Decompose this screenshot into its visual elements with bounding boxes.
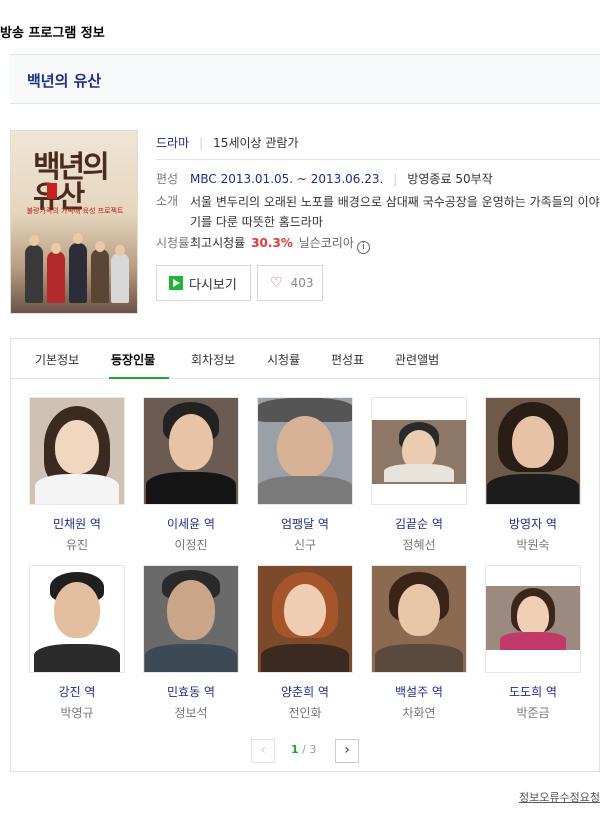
cast-photo[interactable]	[485, 397, 581, 505]
cast-role: 정보석	[174, 706, 208, 720]
cast-photo[interactable]	[257, 397, 353, 505]
viewership-source: 닐슨코리아	[298, 236, 354, 250]
tab-schedule[interactable]: 편성표	[331, 351, 364, 368]
tab-albums[interactable]: 관련앨범	[395, 351, 439, 368]
cast-actor[interactable]: 엄팽달 역	[256, 515, 354, 532]
replay-label: 다시보기	[189, 277, 237, 293]
tab-basic-info[interactable]: 기본정보	[35, 351, 79, 368]
page-indicator: 1 / 3	[291, 743, 317, 756]
section-title: 방송 프로그램 정보	[0, 26, 105, 41]
current-page: 1	[291, 743, 299, 756]
cast-role: 전인화	[288, 706, 322, 720]
tab-bar: 기본정보 등장인물 회차정보 시청률 편성표 관련앨범	[11, 339, 599, 379]
summary-label: 소개	[156, 194, 179, 208]
program-title[interactable]: 백년의 유산	[27, 70, 101, 91]
cast-photo[interactable]	[29, 565, 125, 673]
cast-actor[interactable]: 민채원 역	[28, 515, 126, 532]
cast-actor[interactable]: 방영자 역	[484, 515, 582, 532]
cast-photo[interactable]	[143, 397, 239, 505]
cast-panel: 기본정보 등장인물 회차정보 시청률 편성표 관련앨범 민채원 역 유진 이세윤…	[10, 338, 600, 772]
cast-photo[interactable]	[371, 565, 467, 673]
like-button[interactable]: ♡ 403	[257, 265, 323, 301]
cast-item[interactable]: 김끝순 역 정혜선	[370, 397, 468, 553]
cast-photo[interactable]	[143, 565, 239, 673]
cast-item[interactable]: 이세윤 역 이정진	[142, 397, 240, 553]
cast-actor[interactable]: 이세윤 역	[142, 515, 240, 532]
cast-actor[interactable]: 강진 역	[28, 683, 126, 700]
broadcast-status: 방영종료 50부작	[407, 172, 493, 186]
replay-button[interactable]: 다시보기	[156, 265, 251, 301]
viewership-prefix: 최고시청률	[190, 236, 246, 250]
cast-role: 차화연	[402, 706, 436, 720]
poster-seal	[47, 183, 57, 199]
tab-episodes[interactable]: 회차정보	[191, 351, 235, 368]
cast-role: 박원숙	[516, 538, 550, 552]
cast-role: 이정진	[174, 538, 208, 552]
cast-item[interactable]: 방영자 역 박원숙	[484, 397, 582, 553]
like-count: 403	[290, 276, 314, 290]
cast-photo[interactable]	[371, 397, 467, 505]
total-pages: 3	[309, 743, 317, 756]
age-rating: 15세이상 관람가	[213, 136, 299, 150]
play-icon	[169, 276, 183, 290]
program-title-bar: 백년의 유산	[10, 54, 600, 104]
cast-actor[interactable]: 민효동 역	[142, 683, 240, 700]
cast-item[interactable]: 민채원 역 유진	[28, 397, 126, 553]
poster-tagline: 불량가족의 가족애 육성 프로젝트	[26, 207, 124, 215]
cast-item[interactable]: 양춘희 역 전인화	[256, 565, 354, 721]
cast-photo[interactable]	[257, 565, 353, 673]
heart-icon: ♡	[270, 275, 283, 291]
viewership-value: 30.3%	[251, 236, 293, 250]
cast-item[interactable]: 강진 역 박영규	[28, 565, 126, 721]
cast-role: 정혜선	[402, 538, 436, 552]
schedule-value: MBC 2013.01.05. ~ 2013.06.23.	[190, 172, 384, 186]
cast-role: 박준금	[516, 706, 550, 720]
cast-role: 박영규	[60, 706, 94, 720]
program-poster[interactable]: 백년의 유산 불량가족의 가족애 육성 프로젝트	[10, 130, 138, 314]
cast-photo[interactable]	[485, 565, 581, 673]
cast-item[interactable]: 백설주 역 차화연	[370, 565, 468, 721]
cast-actor[interactable]: 양춘희 역	[256, 683, 354, 700]
poster-cast-figures	[21, 233, 129, 303]
cast-actor[interactable]: 김끝순 역	[370, 515, 468, 532]
cast-item[interactable]: 민효동 역 정보석	[142, 565, 240, 721]
report-error-link[interactable]: 정보오류수정요청	[519, 789, 600, 805]
schedule-label: 편성	[156, 172, 179, 186]
pagination: ‹ 1 / 3 ›	[11, 737, 599, 765]
next-page-button[interactable]: ›	[335, 739, 359, 763]
tab-ratings[interactable]: 시청률	[267, 351, 300, 368]
cast-item[interactable]: 엄팽달 역 신구	[256, 397, 354, 553]
program-summary: 서울 변두리의 오래된 노포를 배경으로 삼대째 국수공장을 운영하는 가족들의…	[190, 195, 600, 229]
viewership-label: 시청률	[156, 236, 190, 250]
genre-link[interactable]: 드라마	[156, 136, 189, 150]
cast-actor[interactable]: 도도희 역	[484, 683, 582, 700]
active-tab-indicator	[109, 377, 169, 379]
info-icon[interactable]: i	[356, 241, 370, 254]
cast-item[interactable]: 도도희 역 박준금	[484, 565, 582, 721]
cast-photo[interactable]	[29, 397, 125, 505]
cast-role: 유진	[65, 538, 89, 552]
cast-actor[interactable]: 백설주 역	[370, 683, 468, 700]
prev-page-button[interactable]: ‹	[251, 739, 275, 763]
cast-role: 신구	[293, 538, 317, 552]
tab-cast[interactable]: 등장인물	[111, 351, 155, 368]
